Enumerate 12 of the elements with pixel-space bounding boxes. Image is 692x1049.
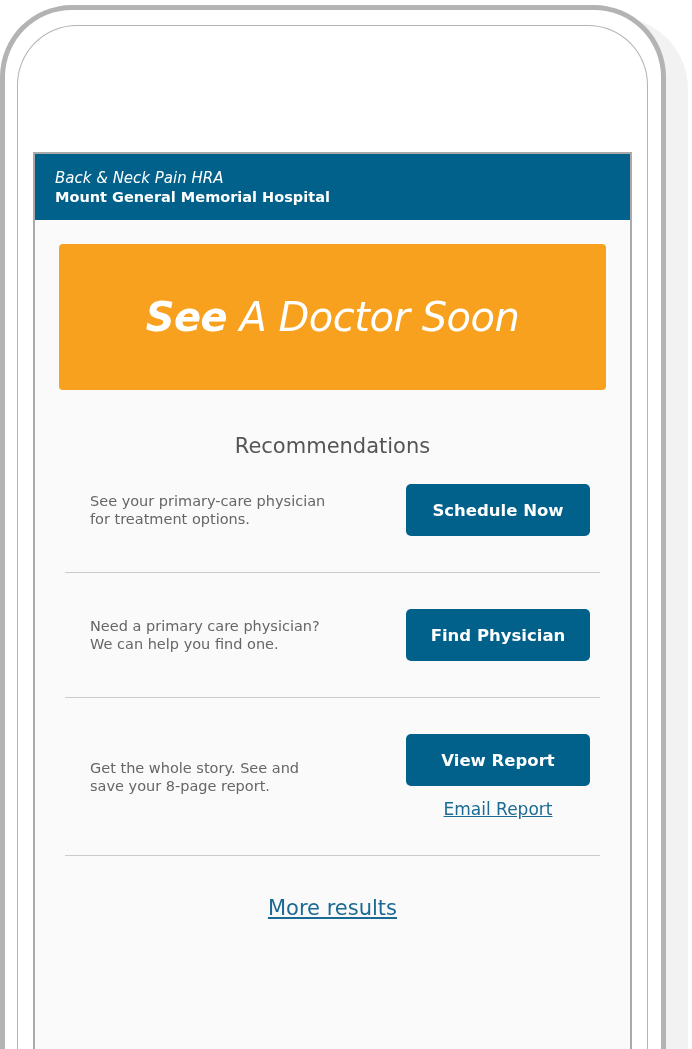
more-results-link[interactable]: More results (267, 896, 398, 920)
section-title: Recommendations (233, 434, 432, 458)
recommendation-text: Need a primary care physician? We can help you find one. (90, 617, 321, 653)
action-button[interactable]: Find Physician (406, 609, 590, 661)
email-link[interactable]: Email Report (443, 799, 553, 819)
recommendation-text: See your primary-care physician for treatment options. (90, 492, 327, 528)
action-button[interactable]: View Report (406, 734, 590, 786)
result-text: See A Doctor Soon (145, 294, 520, 340)
assessment-name: Back & Neck Pain HRA (55, 169, 225, 187)
action-button[interactable]: Schedule Now (406, 484, 590, 536)
recommendation-text: Get the whole story. See and save your 8-page report. (90, 758, 301, 795)
hospital-name: Mount General Memorial Hospital (55, 189, 331, 205)
